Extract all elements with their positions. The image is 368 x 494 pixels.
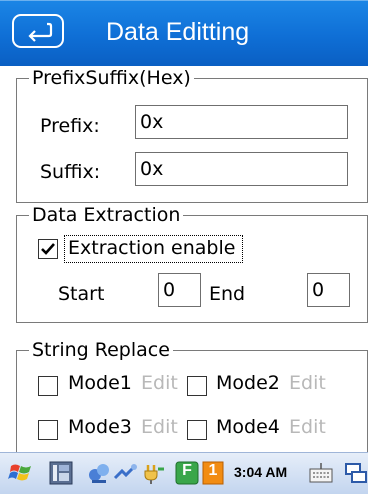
suffix-field[interactable]: 0x — [135, 152, 348, 186]
mode3-edit-button[interactable]: Edit — [141, 416, 178, 438]
network-icon[interactable] — [86, 460, 112, 486]
string-replace-legend: String Replace — [29, 338, 173, 362]
extraction-enable-label[interactable]: Extraction enable — [68, 237, 235, 259]
mode1-edit-button[interactable]: Edit — [141, 372, 178, 394]
data-extraction-legend: Data Extraction — [29, 203, 184, 227]
start-field[interactable]: 0 — [158, 273, 201, 307]
extraction-enable-checkbox[interactable] — [38, 239, 58, 259]
taskbar: F 1 3:04 AM — [0, 452, 368, 494]
mode4-edit-button[interactable]: Edit — [289, 416, 326, 438]
main-content: PrefixSuffix(Hex) Prefix: 0x Suffix: 0x … — [0, 66, 368, 452]
desktop-icon[interactable] — [48, 460, 74, 486]
prefix-suffix-legend: PrefixSuffix(Hex) — [29, 66, 194, 90]
window-icon[interactable] — [342, 460, 368, 486]
title-bar: Data Editting — [0, 0, 368, 66]
number-badge-text: 1 — [208, 462, 218, 479]
connection-icon[interactable] — [112, 460, 138, 486]
back-button[interactable] — [12, 14, 64, 48]
mode2-checkbox[interactable] — [187, 376, 207, 396]
mode4-checkbox[interactable] — [187, 420, 207, 440]
data-extraction-group: Data Extraction Extraction enable Start … — [16, 203, 368, 323]
f-badge-letter: F — [182, 462, 192, 479]
checkmark-icon — [41, 243, 55, 255]
prefix-suffix-group: PrefixSuffix(Hex) Prefix: 0x Suffix: 0x — [16, 66, 368, 203]
start-label: Start — [58, 283, 105, 305]
back-arrow-icon — [28, 22, 53, 42]
page-title: Data Editting — [106, 18, 250, 46]
prefix-label: Prefix: — [40, 115, 100, 137]
mode4-label[interactable]: Mode4 — [216, 416, 280, 438]
mode3-label[interactable]: Mode3 — [68, 416, 132, 438]
mode2-label[interactable]: Mode2 — [216, 372, 280, 394]
prefix-field[interactable]: 0x — [135, 105, 348, 139]
end-field[interactable]: 0 — [307, 273, 350, 307]
mode3-checkbox[interactable] — [38, 420, 58, 440]
start-icon[interactable] — [8, 460, 34, 486]
mode2-edit-button[interactable]: Edit — [289, 372, 326, 394]
suffix-label: Suffix: — [40, 161, 101, 183]
end-label: End — [209, 283, 246, 305]
power-icon[interactable] — [142, 460, 168, 486]
keyboard-icon[interactable] — [308, 460, 334, 486]
mode1-checkbox[interactable] — [38, 376, 58, 396]
clock-time[interactable]: 3:04 AM — [234, 464, 287, 480]
mode1-label[interactable]: Mode1 — [68, 372, 132, 394]
string-replace-group: String Replace Mode1 Edit Mode2 Edit Mod… — [16, 338, 368, 452]
